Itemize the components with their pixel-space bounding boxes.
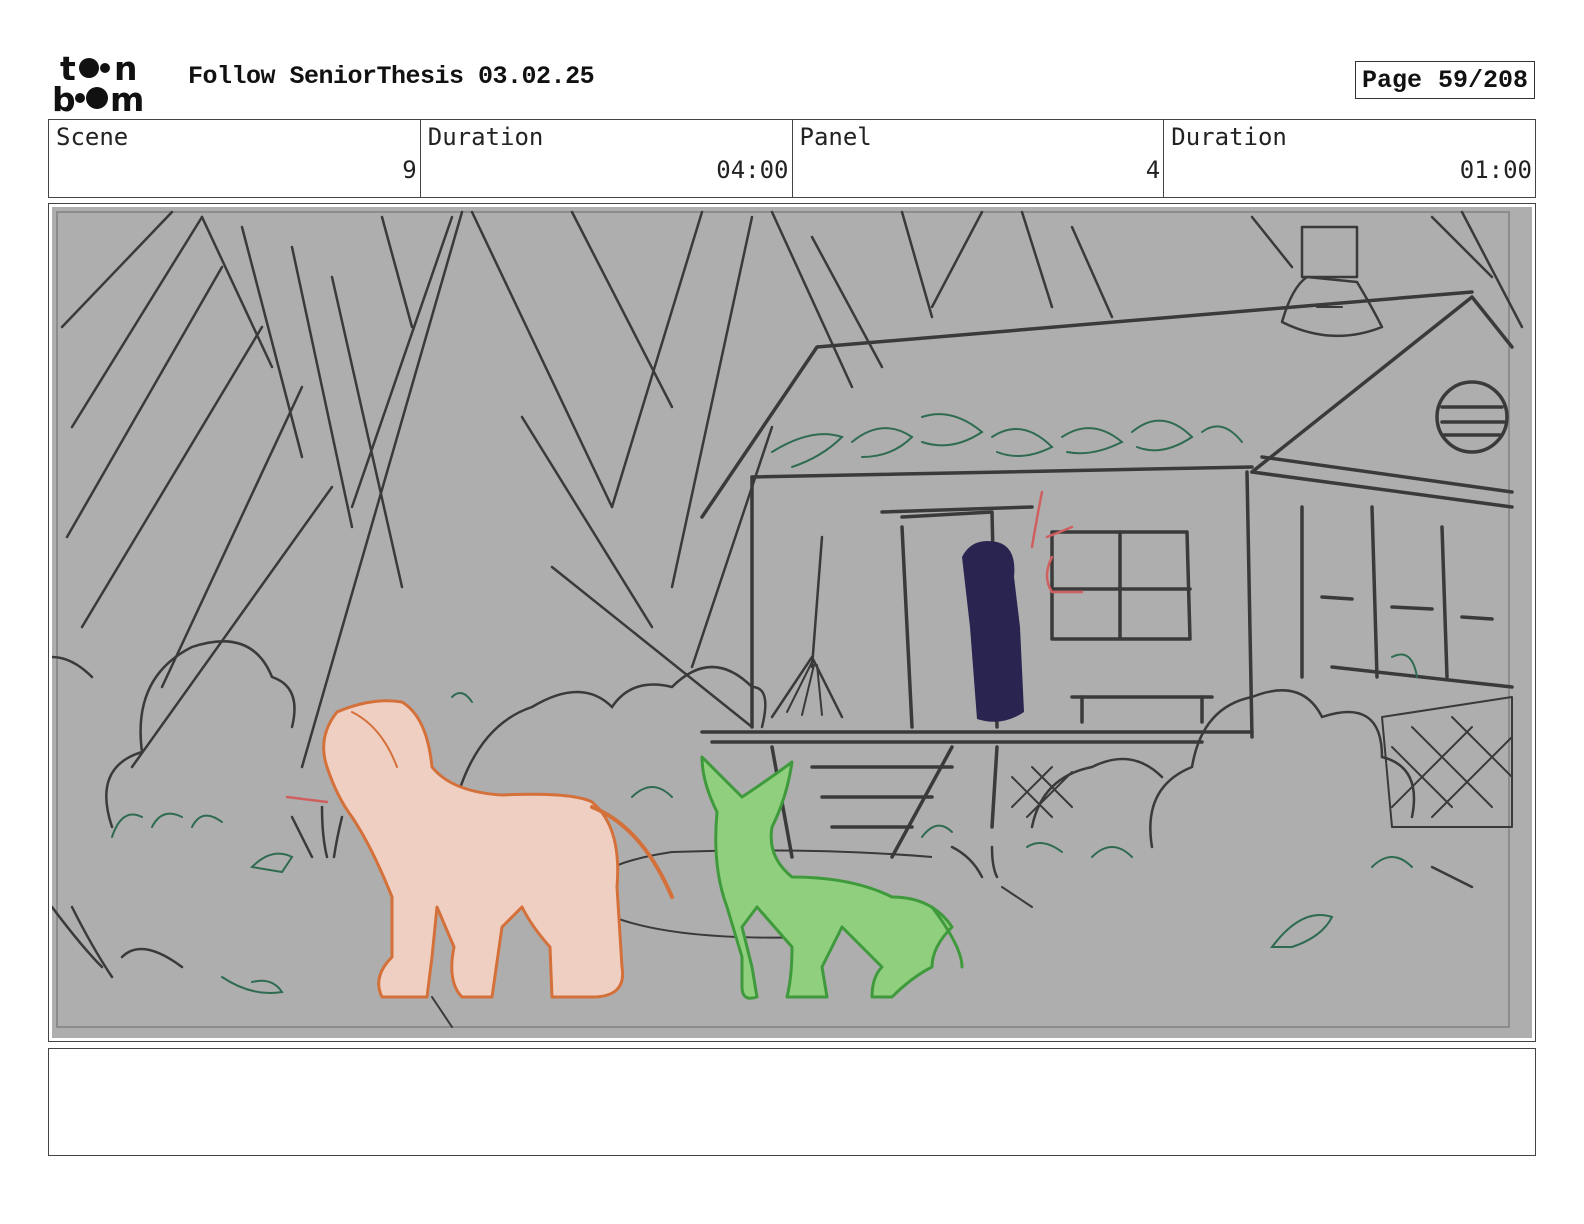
project-title: Follow SeniorThesis 03.02.25	[188, 62, 595, 91]
svg-text:b: b	[52, 80, 76, 114]
panel-label: Panel	[799, 123, 872, 151]
scene-cell: Scene 9	[49, 120, 421, 197]
scene-duration-cell: Duration 04:00	[421, 120, 793, 197]
panel-notes	[48, 1048, 1536, 1156]
panel-duration-value: 01:00	[1459, 156, 1532, 184]
panel-duration-label: Duration	[1171, 123, 1287, 151]
page-indicator: Page 59/208	[1355, 61, 1535, 99]
page-label: Page	[1362, 65, 1423, 95]
scene-value: 9	[402, 156, 417, 184]
panel-cell: Panel 4	[793, 120, 1165, 197]
svg-text:m: m	[110, 80, 144, 114]
page-number: 59/208	[1437, 65, 1528, 95]
storyboard-panel	[48, 203, 1536, 1042]
panel-value: 4	[1145, 156, 1161, 184]
storyboard-sketch	[52, 207, 1532, 1038]
scene-label: Scene	[56, 123, 129, 151]
scene-duration-label: Duration	[427, 123, 544, 151]
scene-duration-value: 04:00	[716, 156, 789, 184]
info-row: Scene 9 Duration 04:00 Panel 4 Duration …	[48, 119, 1536, 198]
toon-boom-logo: t n b m	[52, 50, 144, 114]
panel-duration-cell: Duration 01:00	[1164, 120, 1535, 197]
